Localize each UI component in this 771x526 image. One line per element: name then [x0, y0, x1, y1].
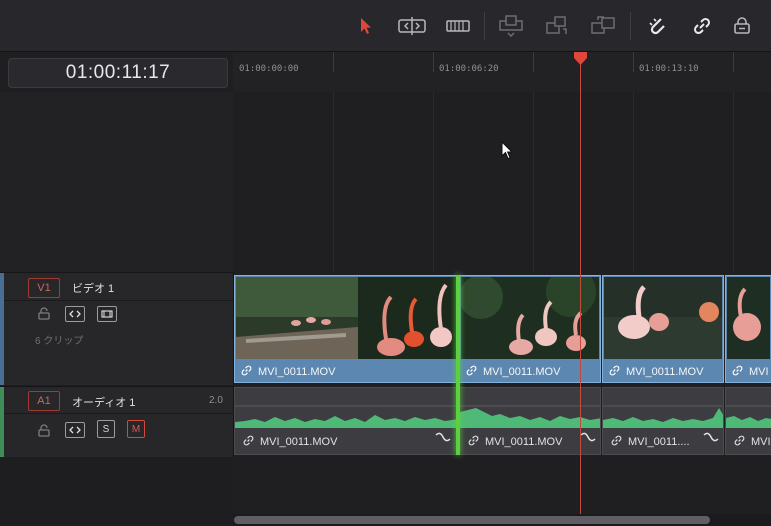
track-name[interactable]: オーディオ 1 [72, 394, 135, 410]
track-color-strip [0, 273, 4, 385]
clip-label: MVI_0011.MOV [241, 365, 335, 379]
grid-line [533, 92, 534, 272]
blade-edit-mode-icon[interactable] [444, 12, 472, 40]
clip-thumbnail [604, 277, 722, 359]
clip-label: MVI [732, 365, 769, 379]
clip-label: MVI_0011.MOV [468, 435, 562, 449]
audio-clip[interactable]: MVI_0011.MOV [234, 387, 458, 455]
lock-icon[interactable] [38, 307, 50, 325]
ruler-label: 01:00:06:20 [439, 64, 499, 74]
video-clip[interactable]: MVI_0011.MOV [234, 275, 458, 383]
timeline-toolbar [0, 0, 771, 52]
clip-label: MVI_0011.... [611, 435, 690, 449]
clip-label: MVI_0011.MOV [466, 365, 560, 379]
playhead-handle[interactable] [573, 52, 588, 71]
clip-name: MVI_0011.MOV [626, 366, 704, 378]
clip-label: MVI_0011.MOV [243, 435, 337, 449]
clip-name: MVI_0011.... [628, 436, 690, 448]
track-visibility-icon[interactable] [97, 306, 117, 322]
link-icon [732, 365, 743, 379]
audio-waveform [726, 405, 771, 428]
mouse-cursor-icon [501, 140, 514, 165]
mute-button[interactable]: M [127, 420, 145, 438]
clip-name: MVI [751, 436, 771, 448]
position-lock-icon[interactable] [728, 12, 756, 40]
video-clip[interactable]: MVI [725, 275, 771, 383]
clip-label: MVI_0011.MOV [609, 365, 703, 379]
edit-point-marker[interactable] [456, 275, 460, 455]
toolbar-divider [630, 12, 631, 40]
selection-mode-icon[interactable] [352, 12, 380, 40]
audio-track-header[interactable]: A1 オーディオ 1 2.0 S M [0, 386, 234, 457]
snapping-icon[interactable] [643, 12, 671, 40]
ruler-tick [733, 52, 734, 72]
ruler-label: 01:00:13:10 [639, 64, 699, 74]
clip-thumbnail [461, 277, 599, 359]
divider [4, 300, 233, 301]
grid-line [333, 92, 334, 272]
audio-waveform [603, 405, 723, 428]
fade-curve-icon[interactable] [435, 430, 451, 448]
video-track-header[interactable]: V1 ビデオ 1 6 クリップ [0, 272, 234, 385]
clip-name: MVI_0011.MOV [258, 366, 336, 378]
grid-line [733, 92, 734, 272]
ruler-label: 01:00:00:00 [239, 64, 299, 74]
trim-edit-mode-icon[interactable] [398, 12, 426, 40]
grid-line [433, 92, 434, 272]
timeline-ruler[interactable]: 01:00:00:00 01:00:06:20 01:00:13:10 [233, 52, 771, 93]
divider [4, 413, 233, 414]
clip-name: MVI_0011.MOV [483, 366, 561, 378]
link-icon [609, 365, 620, 379]
audio-waveform [235, 405, 457, 428]
track-id-badge[interactable]: V1 [28, 278, 60, 298]
clip-name: MVI_0011.MOV [260, 436, 338, 448]
ruler-tick [333, 52, 334, 72]
timecode-display[interactable]: 01:00:11:17 [8, 58, 228, 88]
linked-selection-icon[interactable] [688, 12, 716, 40]
solo-button[interactable]: S [97, 420, 115, 438]
link-icon [241, 365, 252, 379]
replace-clip-icon[interactable] [589, 12, 617, 40]
link-icon [466, 365, 477, 379]
scrollbar-thumb[interactable] [234, 516, 710, 524]
clip-name: MVI_0011.MOV [485, 436, 563, 448]
empty-track-header-area [0, 92, 234, 272]
audio-channel-format: 2.0 [209, 395, 223, 406]
ruler-tick [433, 52, 434, 72]
auto-select-icon[interactable] [65, 306, 85, 322]
clip-name: MVI [749, 366, 769, 378]
clip-count: 6 クリップ [35, 336, 84, 347]
lock-icon[interactable] [38, 424, 50, 442]
insert-clip-icon[interactable] [497, 12, 525, 40]
track-color-strip [0, 387, 4, 457]
link-icon [243, 435, 254, 449]
audio-clip[interactable]: MVI_0011.... [602, 387, 724, 455]
grid-line [633, 92, 634, 272]
playhead-line [580, 60, 581, 520]
link-icon [611, 435, 622, 449]
clip-label: MVI [734, 435, 771, 449]
toolbar-divider [484, 12, 485, 40]
link-icon [734, 435, 745, 449]
ruler-tick [633, 52, 634, 72]
fade-curve-icon[interactable] [703, 430, 719, 448]
clip-thumbnail [727, 277, 770, 359]
video-clip[interactable]: MVI_0011.MOV [602, 275, 724, 383]
clip-thumbnail [236, 277, 456, 359]
auto-select-icon[interactable] [65, 422, 85, 438]
track-id-badge[interactable]: A1 [28, 391, 60, 411]
ruler-tick [533, 52, 534, 72]
overwrite-clip-icon[interactable] [543, 12, 571, 40]
audio-clip[interactable]: MVI [725, 387, 771, 455]
fade-curve-icon[interactable] [580, 430, 596, 448]
link-icon [468, 435, 479, 449]
track-name[interactable]: ビデオ 1 [72, 280, 114, 296]
